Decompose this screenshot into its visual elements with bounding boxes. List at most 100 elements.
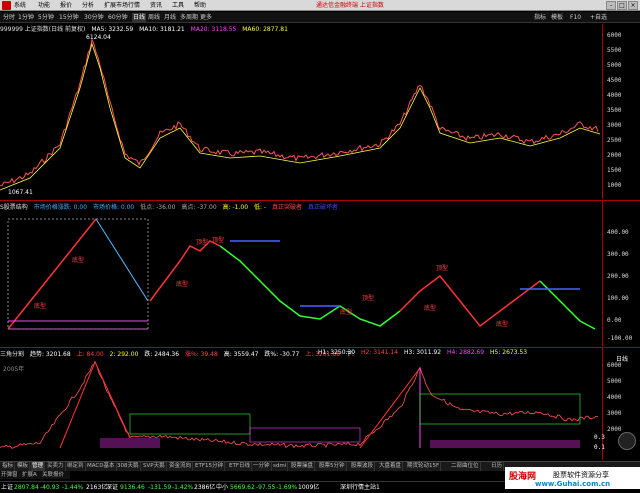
index-volume: 2386亿	[194, 484, 216, 491]
tab[interactable]: ETF日线	[228, 462, 252, 471]
axis-tick: 100.00	[607, 295, 629, 302]
index-name[interactable]: 中小	[216, 483, 228, 493]
pattern-label: 顶型	[436, 265, 449, 272]
fall-segment	[219, 245, 401, 327]
fall-segment	[95, 218, 149, 302]
period-tab[interactable]: 30分钟	[84, 13, 104, 22]
axis-tick: 4000	[607, 92, 622, 99]
volume-block	[430, 440, 580, 448]
pattern-label: 底型	[496, 321, 509, 328]
tab[interactable]: sdmi	[272, 462, 289, 471]
watermark-banner: 股海网 股票软件资源分享 www.Guhai.com.cn	[505, 467, 640, 489]
tab[interactable]: 一分钟	[252, 462, 272, 471]
tab[interactable]: 开弹窗	[1, 471, 18, 479]
tab[interactable]: 股票操盘	[290, 462, 316, 471]
index-name[interactable]: 上证	[1, 483, 13, 493]
watermark-url: www.Guhai.com.cn	[535, 480, 611, 488]
window-title: 通达信金融终端 上证指数	[316, 2, 384, 9]
triangle-axis: 6000 5000 4000 3000 2000 日线 0.3 0.1	[594, 347, 640, 460]
nav-control-icon[interactable]	[618, 432, 636, 450]
period-tab-active[interactable]: 日线	[132, 13, 147, 22]
kline-axis: 6000 5500 5000 4500 4000 3500 3000 2500 …	[604, 24, 640, 199]
tab[interactable]: 股票5分钟	[318, 462, 347, 471]
period-tab[interactable]: 15分钟	[59, 13, 79, 22]
axis-tick: -100.00	[607, 335, 633, 342]
index-pct: -1.44%	[62, 484, 84, 491]
tab[interactable]: 资金流向	[168, 462, 194, 471]
axis-tick: 3500	[607, 107, 622, 114]
close-button[interactable]: ×	[628, 1, 638, 10]
period-label: 日线	[616, 356, 629, 363]
period-tab[interactable]: 1分钟	[18, 13, 34, 22]
period-tab[interactable]: 周线	[148, 13, 160, 22]
server-status[interactable]: 深圳行情主站1	[340, 483, 380, 493]
index-name[interactable]: 深证	[106, 483, 118, 493]
axis-tick: 5000	[607, 62, 622, 69]
pattern-label: 顶型	[362, 295, 375, 302]
tab[interactable]: 买卖力	[46, 462, 66, 471]
index-change: -40.93	[40, 484, 60, 491]
tab[interactable]: 二部曲位位	[450, 462, 481, 471]
menu-ext-market[interactable]: 扩展市场行情	[104, 1, 140, 10]
period-tab[interactable]: 分时	[3, 13, 15, 22]
pattern-label: 底型	[424, 305, 437, 312]
pattern-label: 底型	[72, 257, 85, 264]
pattern-label: 顶型	[212, 237, 225, 244]
menu-quote[interactable]: 报价	[60, 1, 72, 10]
add-favorite-button[interactable]: +自选	[590, 13, 607, 22]
tab[interactable]: 扩展A	[22, 471, 37, 479]
tab[interactable]: 股票波段	[350, 462, 376, 471]
menu-help[interactable]: 帮助	[194, 1, 206, 10]
axis-tick: 2000	[607, 152, 622, 159]
kline-panel[interactable]: 999999 上证指数(日线 前复权) MA5: 3232.59 MA10: 3…	[0, 24, 603, 199]
tab-active[interactable]: 管理	[31, 462, 46, 471]
fall-segment	[539, 280, 596, 330]
axis-tick: 400.00	[607, 229, 629, 236]
period-tab[interactable]: 5分钟	[38, 13, 54, 22]
minimize-button[interactable]: -	[606, 1, 616, 10]
tab[interactable]: 大盘着盘	[378, 462, 404, 471]
period-tab[interactable]: 多周期	[180, 13, 198, 22]
index-change: -97.55	[256, 484, 276, 491]
index-volume: 1009亿	[298, 484, 320, 491]
menu-system[interactable]: 系统	[14, 1, 26, 10]
pattern-label: 顶型	[196, 239, 209, 246]
tab[interactable]: SVP天鹅	[142, 462, 167, 471]
f10-button[interactable]: F10	[570, 13, 581, 22]
axis-tick: 2500	[607, 137, 622, 144]
period-tab[interactable]: 月线	[164, 13, 176, 22]
tab[interactable]: 期货轮动15F	[406, 462, 442, 471]
secondary-tabbar: 开弹窗 扩展A 关联报价	[0, 471, 70, 479]
menu-analysis[interactable]: 分析	[82, 1, 94, 10]
tab[interactable]: ETF15分钟	[194, 462, 225, 471]
tab[interactable]: 指标	[1, 462, 16, 471]
kline-chart	[0, 38, 601, 191]
tab[interactable]: 日历	[490, 462, 505, 471]
period-toolbar: 分时 1分钟 5分钟 15分钟 30分钟 60分钟 日线 周线 月线 多周期 更…	[0, 12, 640, 23]
tab[interactable]: 模板	[16, 462, 31, 471]
period-tab[interactable]: 更多	[200, 13, 212, 22]
menu-tools[interactable]: 工具	[172, 1, 184, 10]
watermark-tagline: 股票软件资源分享	[553, 471, 609, 479]
tab[interactable]: 绑定到	[66, 462, 86, 471]
tab[interactable]: MACD基本	[86, 462, 117, 471]
maximize-button[interactable]: □	[617, 1, 627, 10]
index-pct: -1.42%	[172, 484, 194, 491]
template-button[interactable]: 模板	[551, 13, 563, 22]
ratio-label: 0.3	[594, 434, 605, 441]
period-tab[interactable]: 60分钟	[108, 13, 128, 22]
rise-segment	[149, 240, 221, 302]
pattern-label: 底型	[340, 309, 353, 316]
menu-info[interactable]: 资讯	[150, 1, 162, 10]
triangle-box	[249, 427, 361, 443]
structure-panel[interactable]: S股票结构 市场价格涨跌: 0.00 市场价格: 0.00 低点: -36.00…	[0, 200, 603, 346]
triangle-panel[interactable]: 三角分割 趋势: 3201.68 上: 84.00 2: 292.00 跌: 2…	[0, 347, 603, 460]
indicator-button[interactable]: 指标	[534, 13, 546, 22]
range-box	[7, 218, 149, 330]
rise-segment	[7, 218, 97, 330]
menu-function[interactable]: 功能	[38, 1, 50, 10]
triangle-chart	[0, 360, 598, 449]
tab[interactable]: 关联报价	[42, 471, 64, 479]
axis-tick: 200.00	[607, 273, 629, 280]
tab[interactable]: 308天鹅	[116, 462, 141, 471]
